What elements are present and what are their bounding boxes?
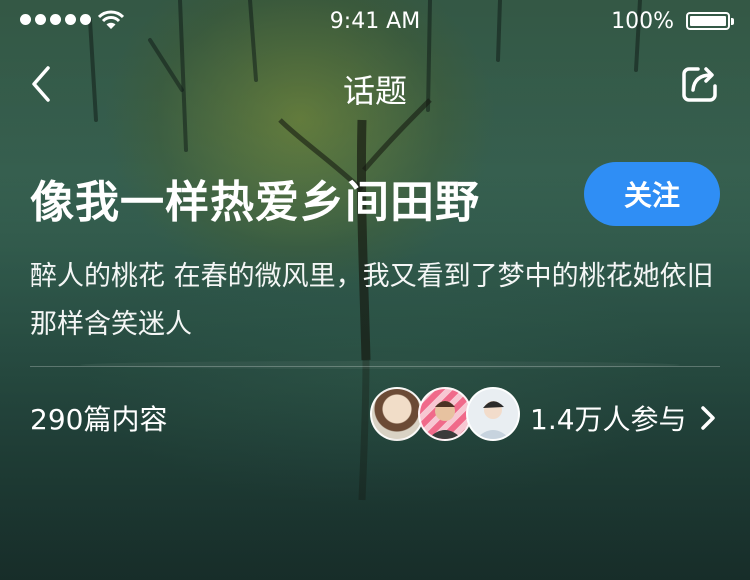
avatar <box>466 387 520 441</box>
status-bar: 9:41 AM 100% <box>0 0 750 44</box>
avatar <box>370 387 424 441</box>
topic-title: 像我一样热爱乡间田野 <box>30 177 480 228</box>
battery-icon <box>686 12 734 30</box>
participants-count[interactable]: 1.4万人参与 <box>530 398 687 438</box>
divider <box>30 366 720 367</box>
topic-screen: 9:41 AM 100% 话题 像我一样热爱乡间田野 关注 醉人的桃花 在春的微… <box>0 0 750 580</box>
content-count: 290篇内容 <box>30 403 168 436</box>
battery-percent: 100% <box>611 9 674 34</box>
page-title: 话题 <box>342 72 407 110</box>
avatar <box>418 387 472 441</box>
battery-level <box>690 16 726 26</box>
follow-button[interactable]: 关注 <box>584 162 720 226</box>
topic-description: 醉人的桃花 在春的微风里，我又看到了梦中的桃花她依旧那样含笑迷人 <box>30 261 714 340</box>
chevron-right-icon[interactable] <box>698 405 718 431</box>
share-icon <box>682 67 717 102</box>
share-button[interactable] <box>680 64 720 104</box>
